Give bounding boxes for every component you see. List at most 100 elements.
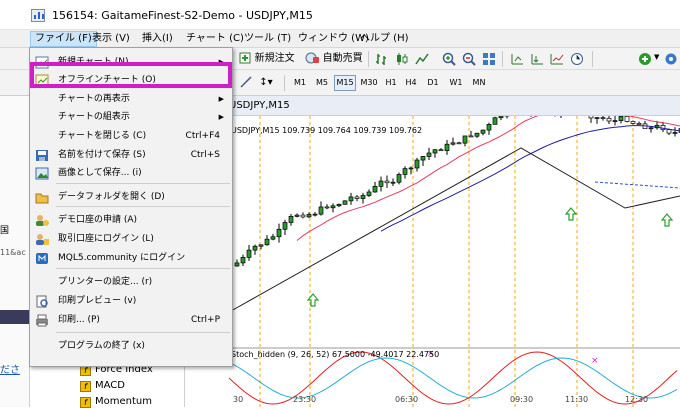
candle-body — [432, 149, 438, 154]
timeframe-mn[interactable]: MN — [468, 75, 490, 91]
file-menu-item-3[interactable]: チャートの組表示 ▶ — [30, 108, 232, 127]
file-menu-item-label: チャートを閉じる (C) — [58, 131, 147, 141]
file-menu-item-7[interactable]: データフォルダを開く (D) — [30, 188, 232, 207]
candle-body — [258, 244, 264, 247]
file-menu-item-label: デモ口座の申請 (A) — [58, 215, 138, 225]
candle-body — [360, 195, 366, 199]
candle-body — [312, 213, 318, 216]
print-preview-icon — [35, 295, 49, 308]
tile-windows-icon[interactable] — [482, 52, 496, 66]
arrow-tool-button[interactable]: ↕▾ — [254, 74, 278, 92]
timeframe-h4[interactable]: H4 — [402, 75, 420, 91]
background-label-2: 11&ac — [0, 248, 26, 257]
demo-account-icon — [35, 214, 49, 227]
zoom-out-icon[interactable] — [462, 52, 476, 66]
file-menu-item-shortcut: Ctrl+P — [191, 315, 220, 325]
timeframe-m5[interactable]: M5 — [312, 75, 332, 91]
menu-insert[interactable]: 挿入(I) — [138, 31, 177, 47]
candle-body — [426, 152, 432, 157]
arrow-tool-icon: ↕▾ — [259, 77, 273, 88]
file-menu-item-10[interactable]: MQL5.community にログイン — [30, 249, 232, 268]
file-menu-item-9[interactable]: 取引口座にログイン (L) — [30, 230, 232, 249]
stochastic-signal-line — [228, 357, 678, 399]
candle-body — [300, 214, 306, 218]
candle-body — [384, 180, 390, 184]
background-link[interactable]: ださ — [0, 364, 30, 378]
toolbar-separator — [592, 51, 593, 67]
zoom-in-icon[interactable] — [442, 52, 456, 66]
file-menu-item-11[interactable]: プリンターの設定... (r) — [30, 273, 232, 292]
period-clock-icon[interactable] — [570, 52, 584, 66]
price-chart[interactable]: ××30 23:30 06:30 09:30 11:30 12:30 — [185, 116, 680, 407]
auto-trading-button[interactable]: 自動売買 — [302, 50, 366, 68]
window-title: 156154: GaitameFinest-S2-Demo - USDJPY,M… — [52, 9, 313, 22]
indicator-icon: f — [80, 381, 91, 392]
timeframe-m30[interactable]: M30 — [358, 75, 380, 91]
candle-body — [456, 142, 462, 145]
indicator-cross-marker: × — [591, 356, 599, 366]
background-dark-strip — [0, 310, 30, 324]
candle-chart-icon[interactable] — [395, 52, 409, 66]
file-menu-item-4[interactable]: チャートを閉じる (C) Ctrl+F4 — [30, 127, 232, 146]
file-menu-dropdown: 新規チャート (N) ▶ オフラインチャート (O) チャートの再表示 ▶ チャートの組表… — [29, 47, 233, 367]
candle-body — [450, 142, 456, 145]
indicators-icon[interactable] — [550, 52, 564, 66]
auto-scroll-icon[interactable] — [530, 52, 544, 66]
file-menu-item-6[interactable]: 画像として保存... (i) — [30, 164, 232, 183]
candle-body — [486, 124, 492, 131]
chart-price-info: USDJPY,M15 109.739 109.764 109.739 109.7… — [231, 126, 423, 135]
file-menu-item-13[interactable]: 印刷... (P) Ctrl+P — [30, 311, 232, 330]
candle-body — [396, 174, 402, 183]
menu-tools[interactable]: ツール (T) — [240, 31, 295, 47]
navigator-item-momentum[interactable]: f Momentum — [80, 394, 152, 410]
candle-body — [270, 236, 276, 240]
chart-window-title: USDJPY,M15 — [185, 96, 680, 116]
menu-chart[interactable]: チャート (C) — [182, 31, 248, 47]
candle-body — [372, 185, 378, 193]
bar-chart-icon[interactable] — [375, 52, 389, 66]
timeframe-m1[interactable]: M1 — [290, 75, 310, 91]
submenu-arrow-icon: ▶ — [218, 95, 224, 103]
line-tool-button[interactable] — [238, 74, 254, 92]
menu-help[interactable]: ヘルプ (H) — [356, 31, 413, 47]
chart-window[interactable]: USDJPY,M15 × × 30 23:30 06:30 09:30 11:30 12:30… — [185, 96, 680, 407]
menu-file[interactable]: ファイル (F) — [30, 31, 97, 47]
navigator-item-macd[interactable]: f MACD — [80, 378, 125, 394]
file-menu-item-12[interactable]: 印刷プレビュー (v) — [30, 292, 232, 311]
image-icon — [35, 167, 49, 180]
candle-body — [240, 256, 246, 264]
save-icon — [35, 149, 49, 162]
timeframe-h1[interactable]: H1 — [382, 75, 400, 91]
auto-trading-label: 自動売買 — [322, 53, 363, 64]
toolbar-separator — [368, 51, 369, 67]
zigzag-line — [230, 147, 680, 312]
menubar: ファイル (F) 表示 (V) 挿入(I) チャート (C) ツール (T) ウ… — [0, 30, 680, 48]
candle-body — [636, 123, 642, 125]
timeframe-d1[interactable]: D1 — [424, 75, 442, 91]
file-menu-item-8[interactable]: デモ口座の申請 (A) — [30, 211, 232, 230]
file-menu-item-label: 取引口座にログイン (L) — [58, 234, 154, 244]
timeframe-m15[interactable]: M15 — [334, 75, 356, 91]
add-object-dropdown-icon[interactable]: ▼ — [654, 53, 659, 61]
candle-body — [366, 191, 372, 196]
chart-shift-icon[interactable] — [510, 52, 524, 66]
time-axis-label: 11:30 — [565, 395, 588, 404]
file-menu-item-label: チャートの再表示 — [58, 94, 130, 104]
candle-body — [348, 196, 354, 202]
new-order-button[interactable]: 新規注文 — [236, 50, 298, 68]
candle-body — [660, 124, 666, 130]
window-titlebar: 156154: GaitameFinest-S2-Demo - USDJPY,M… — [0, 0, 680, 30]
add-object-icon[interactable] — [638, 52, 652, 66]
menu-separator — [56, 268, 230, 269]
menu-separator — [56, 183, 230, 184]
file-menu-item-5[interactable]: 名前を付けて保存 (S) Ctrl+S — [30, 146, 232, 165]
candle-body — [468, 135, 474, 138]
file-menu-item-2[interactable]: チャートの再表示 ▶ — [30, 90, 232, 109]
timeframe-w1[interactable]: W1 — [446, 75, 466, 91]
candle-body — [264, 238, 270, 246]
file-menu-item-14[interactable]: プログラムの終了 (x) — [30, 337, 232, 356]
line-chart-icon[interactable] — [415, 52, 429, 66]
menu-view[interactable]: 表示 (V) — [88, 31, 134, 47]
settings-icon[interactable] — [664, 52, 678, 66]
file-menu-item-label: 印刷プレビュー (v) — [58, 296, 137, 306]
